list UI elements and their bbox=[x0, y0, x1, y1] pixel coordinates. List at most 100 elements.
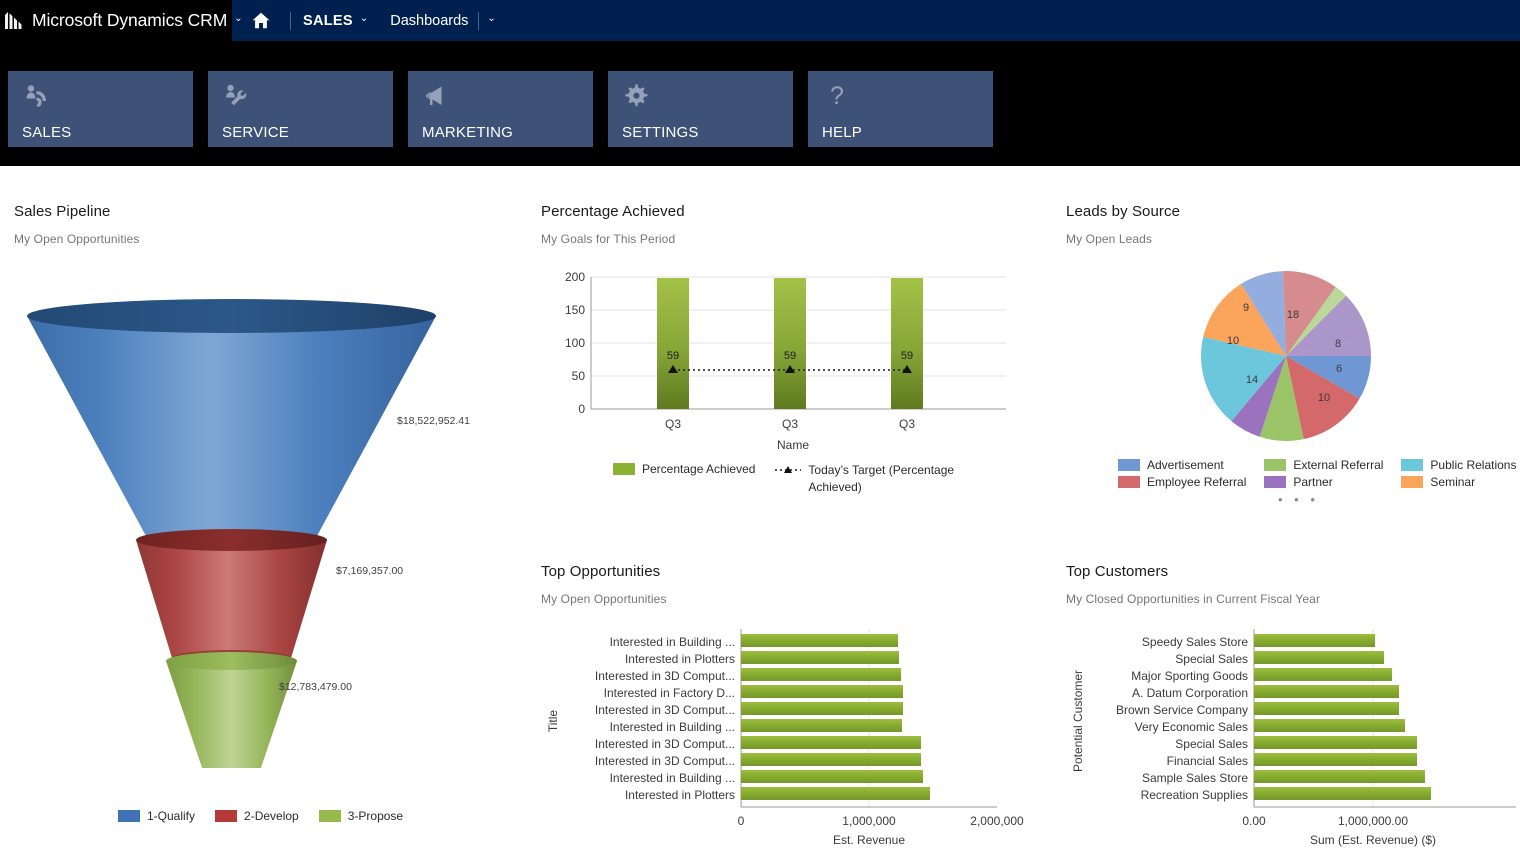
bar-q3-3[interactable] bbox=[891, 278, 923, 409]
bar-row-4[interactable] bbox=[741, 685, 903, 698]
legend-swatch-develop bbox=[215, 810, 238, 822]
y-tick-100: 100 bbox=[565, 336, 585, 350]
person-phone-icon bbox=[26, 85, 46, 107]
funnel-segment-develop[interactable] bbox=[136, 529, 327, 666]
legend-item-public-relations[interactable]: Public Relations bbox=[1401, 458, 1516, 472]
legend-item-develop[interactable]: 2-Develop bbox=[215, 809, 299, 823]
cust-label-7: Special Sales bbox=[1175, 737, 1248, 751]
cust-label-1: Speedy Sales Store bbox=[1142, 635, 1248, 649]
legend-label-advertisement: Advertisement bbox=[1147, 458, 1224, 472]
legend-swatch-partner bbox=[1264, 476, 1287, 488]
nav-dashboards-label: Dashboards bbox=[390, 12, 469, 29]
nav-sales[interactable]: SALES ⌄ bbox=[303, 0, 368, 41]
bar-q3-1[interactable] bbox=[657, 278, 689, 409]
funnel-value-qualify: $18,522,952.41 bbox=[397, 415, 470, 427]
nav-dashboards[interactable]: Dashboards bbox=[390, 0, 468, 41]
cust-label-2: Special Sales bbox=[1175, 652, 1248, 666]
cat-label-6: Interested in Building ... bbox=[610, 720, 735, 734]
leads-by-source-pie-chart[interactable]: 18 8 6 10 14 10 9 bbox=[1166, 261, 1406, 451]
bar-row-5[interactable] bbox=[741, 702, 903, 715]
sales-pipeline-funnel-chart[interactable] bbox=[14, 288, 514, 768]
tile-service[interactable]: SERVICE bbox=[208, 71, 393, 147]
tile-service-label: SERVICE bbox=[222, 124, 289, 141]
datalabel-1: 59 bbox=[667, 350, 679, 362]
legend-pager-dots[interactable]: • • • bbox=[1278, 492, 1319, 507]
y-axis-title: Title bbox=[546, 710, 560, 733]
cust-bar-4[interactable] bbox=[1254, 685, 1399, 698]
tile-settings[interactable]: SETTINGS bbox=[608, 71, 793, 147]
question-mark-icon: ? bbox=[830, 83, 844, 109]
cat-label-4: Interested in Factory D... bbox=[604, 686, 735, 700]
legend-label-develop: 2-Develop bbox=[244, 809, 299, 823]
cust-label-4: A. Datum Corporation bbox=[1132, 686, 1248, 700]
tile-help-label: HELP bbox=[822, 124, 862, 141]
pie-label-18: 18 bbox=[1287, 309, 1299, 321]
cust-label-6: Very Economic Sales bbox=[1135, 720, 1248, 734]
cust-bar-8[interactable] bbox=[1254, 753, 1417, 766]
legend-item-external-referral[interactable]: External Referral bbox=[1264, 458, 1383, 472]
bar-row-1[interactable] bbox=[741, 634, 898, 647]
brand-chevron-down-icon[interactable]: ⌄ bbox=[234, 13, 242, 24]
tile-sales[interactable]: SALES bbox=[8, 71, 193, 147]
bar-row-9[interactable] bbox=[741, 770, 923, 783]
cust-bar-6[interactable] bbox=[1254, 719, 1405, 732]
tile-help[interactable]: ? HELP bbox=[808, 71, 993, 147]
tile-marketing[interactable]: MARKETING bbox=[408, 71, 593, 147]
legend-swatch-percentage-achieved bbox=[613, 463, 635, 475]
cust-label-5: Brown Service Company bbox=[1116, 703, 1248, 717]
top-customers-bar-chart[interactable]: Speedy Sales Store Special Sales Major S… bbox=[1066, 621, 1520, 851]
cust-bar-1[interactable] bbox=[1254, 634, 1375, 647]
brand-block[interactable]: Microsoft Dynamics CRM ⌄ bbox=[0, 0, 243, 41]
legend-item-employee-referral[interactable]: Employee Referral bbox=[1118, 475, 1246, 489]
cust-bar-2[interactable] bbox=[1254, 651, 1384, 664]
person-wrench-icon bbox=[226, 84, 247, 106]
legend-swatch-employee-referral bbox=[1118, 476, 1140, 488]
tile-settings-label: SETTINGS bbox=[622, 124, 699, 141]
bar-row-7[interactable] bbox=[741, 736, 921, 749]
legend-item-propose[interactable]: 3-Propose bbox=[318, 809, 403, 823]
nav-dashboards-dropdown[interactable]: ⌄ bbox=[479, 0, 503, 41]
top-navigation-bar: Microsoft Dynamics CRM ⌄ SALES ⌄ Dashboa… bbox=[0, 0, 1520, 41]
cat-label-8: Interested in 3D Comput... bbox=[595, 754, 735, 768]
legend-item-qualify[interactable]: 1-Qualify bbox=[118, 809, 195, 823]
tile-sales-label: SALES bbox=[22, 124, 72, 141]
panel-leads-by-source: Leads by Source My Open Leads 18 8 6 10 … bbox=[1066, 203, 1516, 507]
cust-label-10: Recreation Supplies bbox=[1141, 788, 1248, 802]
legend-item-todays-target[interactable]: Today’s Target (Percentage Achieved) bbox=[775, 462, 958, 496]
bar-row-2[interactable] bbox=[741, 651, 899, 664]
datalabel-3: 59 bbox=[901, 350, 913, 362]
x-tick-2: Q3 bbox=[782, 417, 798, 431]
legend-label-todays-target: Today’s Target (Percentage Achieved) bbox=[808, 463, 955, 494]
funnel-segment-qualify[interactable] bbox=[27, 299, 436, 536]
cust-bar-3[interactable] bbox=[1254, 668, 1392, 681]
brand-title: Microsoft Dynamics CRM bbox=[32, 10, 228, 30]
home-button[interactable] bbox=[244, 0, 278, 41]
cat-label-10: Interested in Plotters bbox=[625, 788, 735, 802]
top-opportunities-bar-chart[interactable]: Interested in Building ... Interested in… bbox=[541, 621, 1041, 851]
sales-pipeline-title: Sales Pipeline bbox=[14, 203, 111, 220]
funnel-value-propose: $12,783,479.00 bbox=[279, 681, 352, 693]
percentage-achieved-bar-chart[interactable]: 200 150 100 50 0 59 59 59 Q3 Q3 Q3 Name bbox=[541, 261, 1021, 451]
legend-item-advertisement[interactable]: Advertisement bbox=[1118, 458, 1246, 472]
cust-bar-9[interactable] bbox=[1254, 770, 1425, 783]
pie-label-6: 6 bbox=[1336, 363, 1342, 375]
bar-row-10[interactable] bbox=[741, 787, 930, 800]
cust-bar-10[interactable] bbox=[1254, 787, 1431, 800]
funnel-segment-propose[interactable] bbox=[166, 652, 297, 768]
nav-sales-chevron-down-icon: ⌄ bbox=[359, 12, 369, 24]
cat-label-5: Interested in 3D Comput... bbox=[595, 703, 735, 717]
bar-row-6[interactable] bbox=[741, 719, 902, 732]
legend-label-public-relations: Public Relations bbox=[1430, 458, 1517, 472]
cust-bar-7[interactable] bbox=[1254, 736, 1417, 749]
leads-by-source-subtitle: My Open Leads bbox=[1066, 232, 1153, 246]
cust-label-8: Financial Sales bbox=[1167, 754, 1248, 768]
cust-bar-5[interactable] bbox=[1254, 702, 1399, 715]
bar-row-3[interactable] bbox=[741, 668, 901, 681]
legend-item-percentage-achieved[interactable]: Percentage Achieved bbox=[613, 462, 755, 476]
legend-label-external-referral: External Referral bbox=[1293, 458, 1384, 472]
bar-q3-2[interactable] bbox=[774, 278, 806, 409]
legend-item-partner[interactable]: Partner bbox=[1264, 475, 1383, 489]
funnel-value-develop: $7,169,357.00 bbox=[336, 565, 404, 577]
bar-row-8[interactable] bbox=[741, 753, 921, 766]
legend-item-seminar[interactable]: Seminar bbox=[1401, 475, 1516, 489]
